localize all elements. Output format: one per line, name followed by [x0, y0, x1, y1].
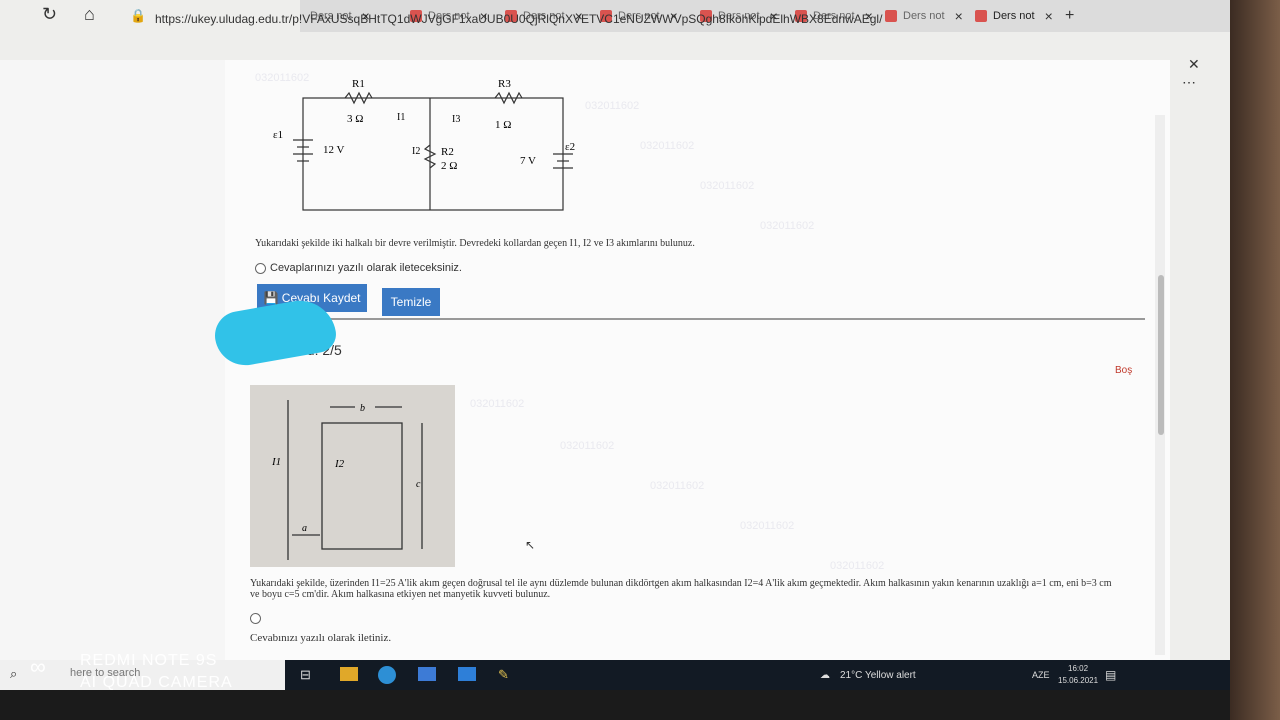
mouse-cursor-icon: ↖	[525, 538, 536, 552]
e2-label: ε2	[565, 141, 575, 153]
r2-value: 2 Ω	[441, 160, 457, 172]
wire-loop-figure: b I1 I2 c a	[250, 385, 455, 567]
clock-time[interactable]: 16:02	[1068, 664, 1088, 673]
watermark: 032011602	[700, 180, 755, 192]
lock-icon: 🔒	[130, 8, 147, 23]
file-explorer-icon[interactable]	[340, 667, 358, 681]
laptop-bezel-bottom	[0, 690, 1230, 720]
watermark: 032011602	[640, 140, 695, 152]
camera-watermark-line1: REDMI NOTE 9S	[80, 652, 218, 669]
tab[interactable]: Ders not ×	[885, 2, 963, 30]
close-icon[interactable]: ×	[955, 8, 963, 24]
tab-label: Ders not	[903, 10, 945, 22]
laptop-bezel	[1230, 0, 1280, 720]
watermark: 032011602	[560, 440, 615, 452]
notifications-icon[interactable]: ▤	[1105, 668, 1116, 682]
question1-text: Yukarıdaki şekilde iki halkalı bir devre…	[255, 238, 695, 249]
clear-button[interactable]: Temizle	[382, 288, 440, 316]
window-close-icon[interactable]: ✕	[1188, 56, 1200, 73]
language-indicator[interactable]: AZE	[1032, 670, 1050, 680]
e1-label: ε1	[273, 129, 283, 141]
store-icon[interactable]	[418, 667, 436, 681]
circuit-diagram: R1 3 Ω R3 1 Ω R2 2 Ω ε1 12 V ε2 7 V I1 I…	[273, 78, 575, 211]
r3-label: R3	[498, 78, 511, 90]
tab-active[interactable]: Ders not ×	[975, 2, 1053, 30]
watermark: 032011602	[760, 220, 815, 232]
edge-icon[interactable]	[378, 666, 396, 684]
answer-note: Cevabınızı yazılı olarak iletiniz.	[250, 632, 392, 644]
i1-label: I1	[271, 456, 281, 468]
b-label: b	[360, 403, 365, 414]
r3-value: 1 Ω	[495, 119, 511, 131]
watermark: 032011602	[650, 480, 705, 492]
tab-label: Ders not	[993, 10, 1035, 22]
sidebar	[0, 60, 225, 660]
search-icon: ⌕	[10, 666, 18, 681]
mail-icon[interactable]	[458, 667, 476, 681]
url-bar[interactable]: https://ukey.uludag.edu.tr/p!VFAxUSsqBHt…	[155, 12, 882, 26]
clock-date[interactable]: 15.06.2021	[1058, 676, 1098, 685]
question2-text: Yukarıdaki şekilde, üzerinden I1=25 A'li…	[250, 578, 1112, 600]
watermark: 032011602	[585, 100, 640, 112]
home-icon[interactable]: ⌂	[84, 4, 95, 25]
weather-text[interactable]: 21°C Yellow alert	[840, 670, 916, 681]
reload-icon[interactable]: ↻	[42, 4, 57, 25]
pdf-icon	[975, 10, 987, 22]
camera-logo-icon: ∞	[30, 654, 47, 679]
i2-label: I2	[334, 458, 345, 470]
r1-value: 3 Ω	[347, 113, 363, 125]
e1-value: 12 V	[323, 144, 345, 156]
browser-screen: Ders not × Ders not × Ders not × Ders not × …	[0, 0, 1230, 690]
task-view-icon[interactable]: ⊟	[300, 667, 311, 683]
i1-label: I1	[397, 112, 405, 123]
camera-watermark-line2: AI QUAD CAMERA	[80, 674, 233, 691]
answer-note: Cevaplarınızı yazılı olarak ileteceksini…	[270, 262, 462, 274]
new-tab-button[interactable]: +	[1065, 2, 1074, 30]
close-icon[interactable]: ×	[1045, 8, 1053, 24]
more-icon[interactable]: ⋯	[1182, 74, 1196, 91]
scrollbar-thumb[interactable]	[1158, 275, 1164, 435]
c-label: c	[416, 479, 421, 490]
answer-radio[interactable]	[250, 613, 261, 624]
watermark: 032011602	[830, 560, 885, 572]
app-icon[interactable]: ✎	[498, 667, 509, 683]
weather-icon: ☁	[820, 670, 830, 681]
r1-label: R1	[352, 78, 365, 90]
e2-value: 7 V	[520, 155, 536, 167]
i3-label: I3	[452, 114, 460, 125]
i2-label: I2	[412, 146, 420, 157]
a-label: a	[302, 523, 307, 534]
question-divider	[225, 318, 1145, 320]
watermark: 032011602	[740, 520, 795, 532]
watermark: 032011602	[470, 398, 525, 410]
answer-radio[interactable]	[255, 263, 266, 274]
pdf-icon	[885, 10, 897, 22]
r2-label: R2	[441, 146, 454, 158]
status-badge: Boş	[1115, 365, 1133, 376]
